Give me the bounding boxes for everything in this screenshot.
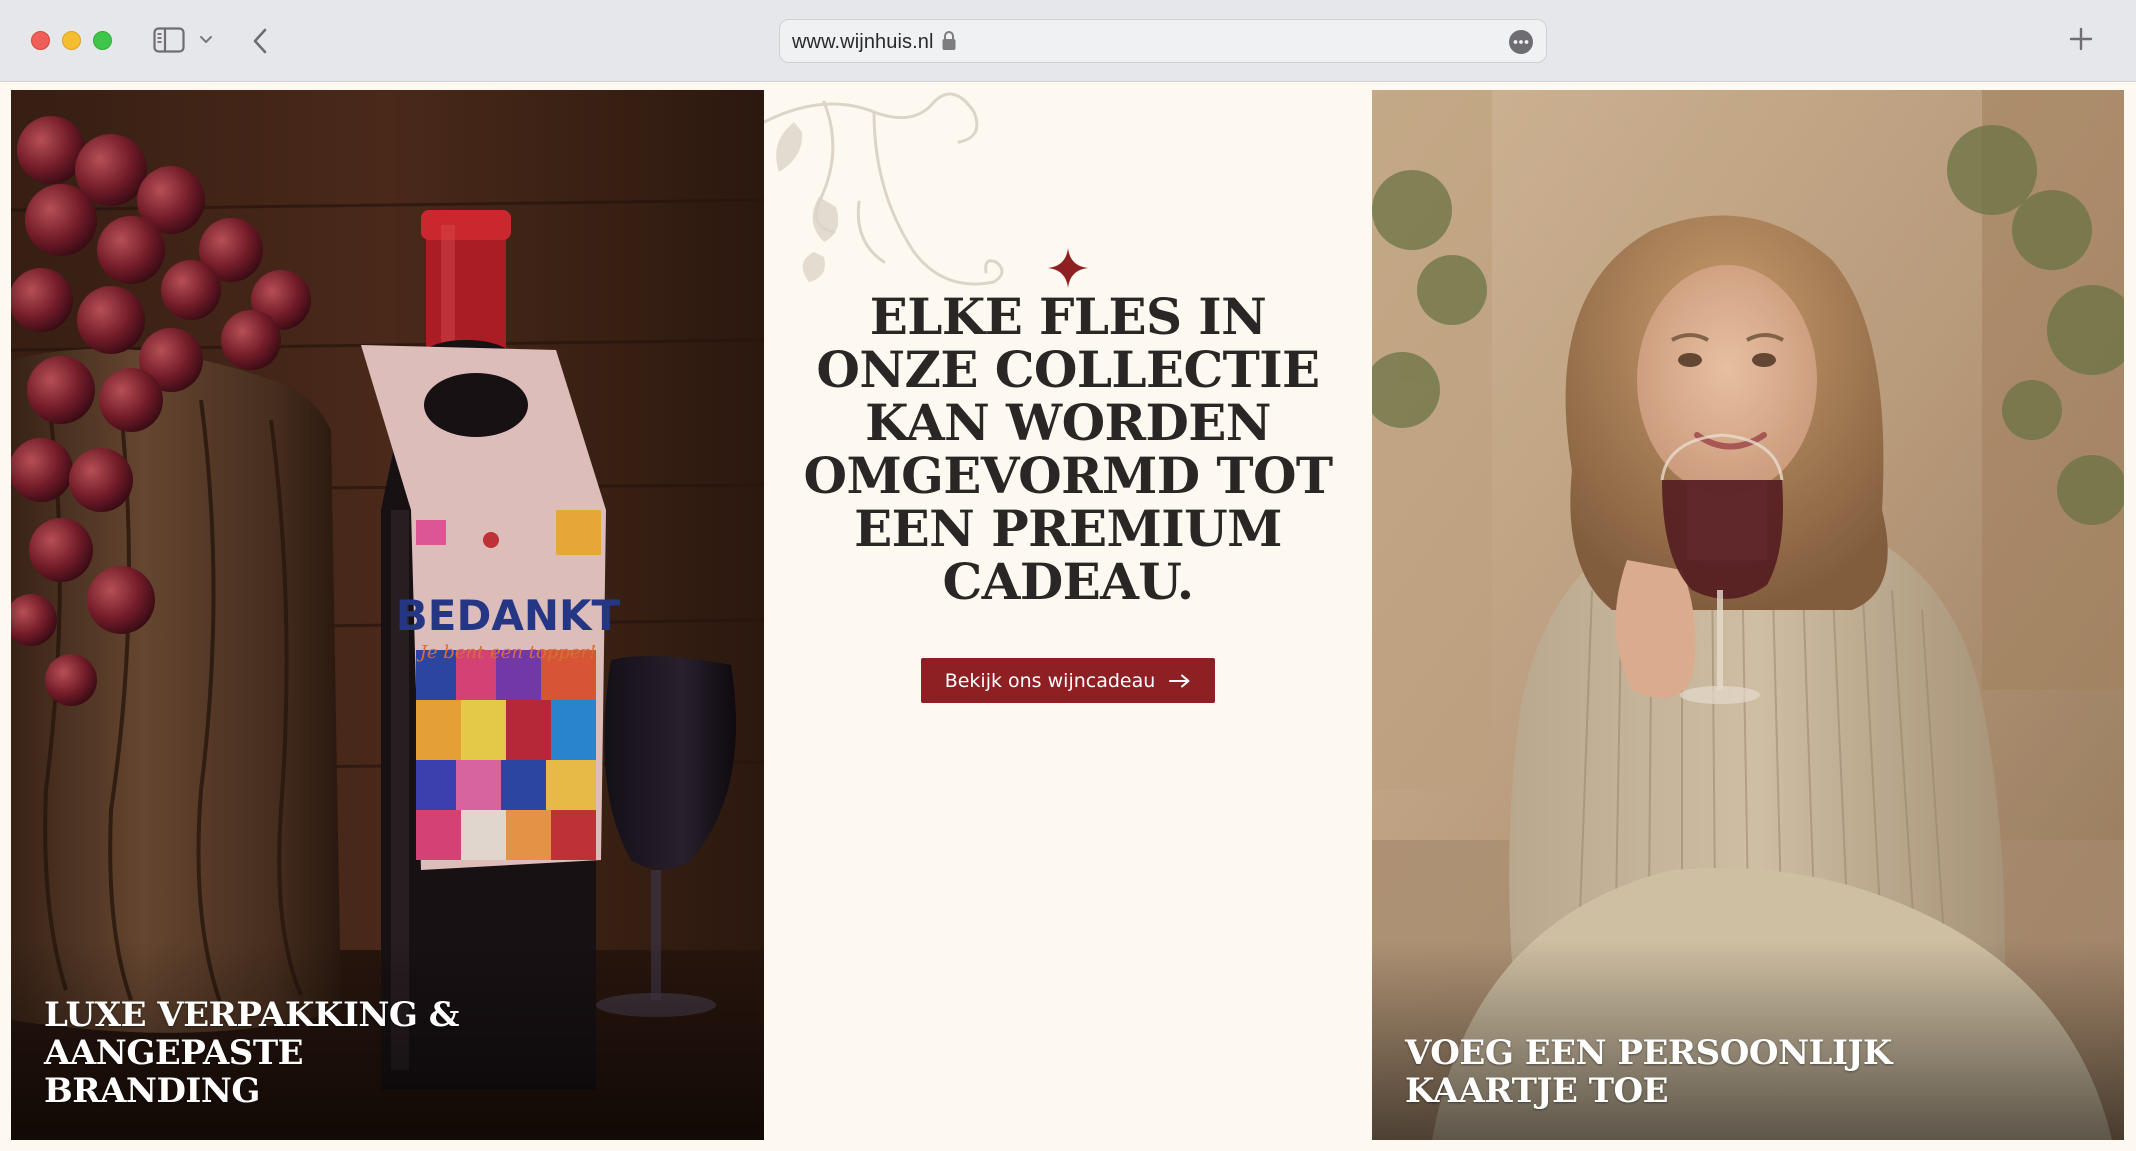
sidebar-icon[interactable]	[153, 27, 185, 53]
page-title: ELKE FLES IN ONZE COLLECTIE KAN WORDEN O…	[803, 287, 1333, 611]
browser-window: www.wijnhuis.nl BEDANKT Je bent een topp…	[0, 0, 2136, 1151]
address-bar[interactable]: www.wijnhuis.nl	[779, 19, 1547, 63]
minimize-window-button[interactable]	[62, 31, 81, 50]
arrow-right-icon	[1169, 674, 1190, 687]
gift-promo-section: ELKE FLES IN ONZE COLLECTIE KAN WORDEN O…	[764, 82, 1372, 1143]
more-options-icon[interactable]	[1508, 29, 1534, 55]
page-content: BEDANKT Je bent een topper! LUXE VERPAKK…	[0, 82, 2136, 1151]
browser-toolbar: www.wijnhuis.nl	[0, 0, 2136, 82]
greeting-card-caption: VOEG EEN PERSOONLIJK KAARTJE TOE	[1405, 1033, 1892, 1111]
cta-label: Bekijk ons wijncadeau	[944, 669, 1156, 692]
chevron-down-icon[interactable]	[199, 34, 213, 46]
close-window-button[interactable]	[31, 31, 50, 50]
url-text[interactable]: www.wijnhuis.nl	[792, 31, 934, 54]
packaging-caption: LUXE VERPAKKING & AANGEPASTE BRANDING	[44, 995, 460, 1111]
lock-icon	[942, 31, 956, 50]
plus-icon[interactable]	[2066, 24, 2096, 54]
sparkle-icon	[1048, 248, 1088, 288]
zoom-window-button[interactable]	[93, 31, 112, 50]
packaging-feature-card[interactable]: BEDANKT Je bent een topper! LUXE VERPAKK…	[11, 90, 764, 1140]
greeting-card-feature-card[interactable]: VOEG EEN PERSOONLIJK KAARTJE TOE	[1372, 90, 2124, 1140]
back-arrow-icon[interactable]	[250, 26, 270, 56]
view-wine-gift-button[interactable]: Bekijk ons wijncadeau	[921, 658, 1215, 703]
